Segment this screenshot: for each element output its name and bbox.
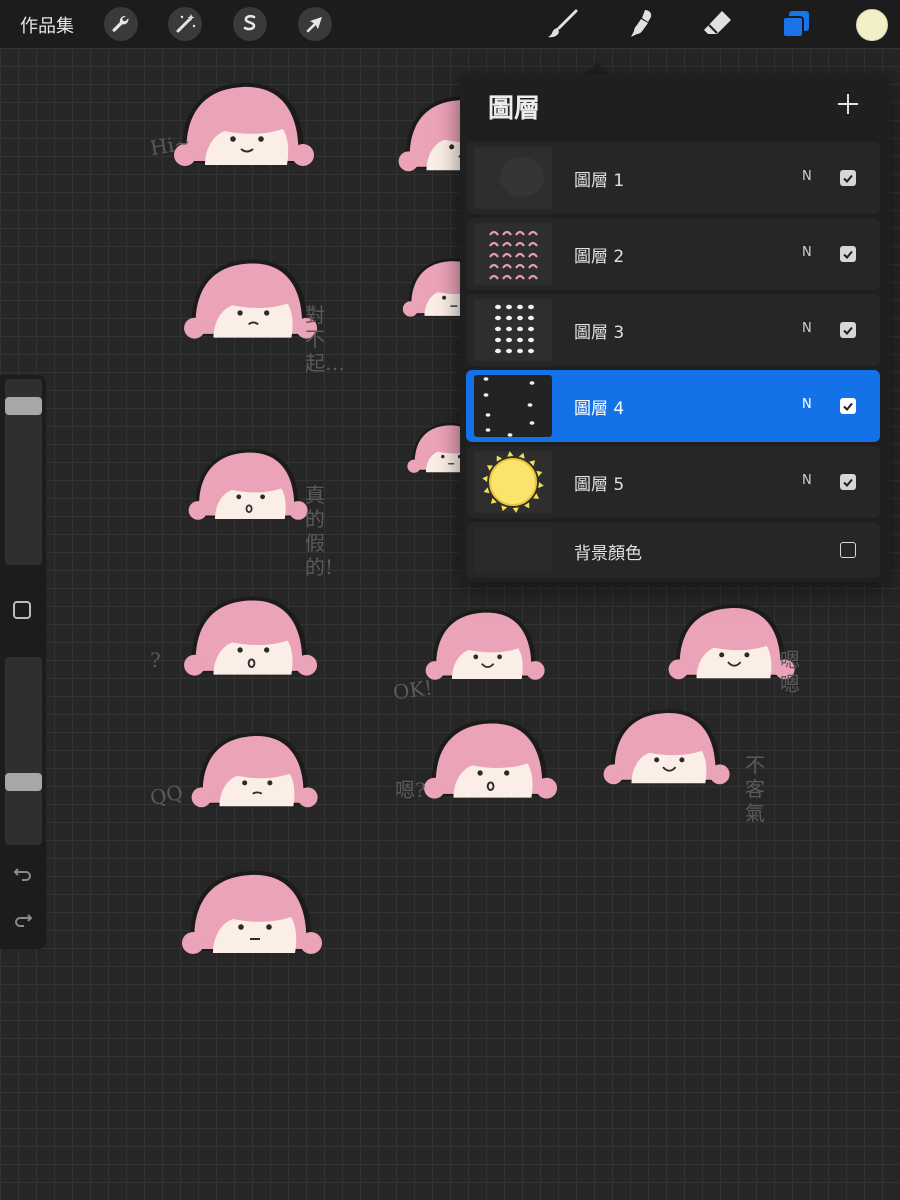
sticker-face [188, 449, 308, 520]
redo-icon[interactable] [11, 907, 35, 931]
layer-thumbnail [474, 451, 552, 513]
layer-name: 圖層 3 [574, 323, 625, 343]
blend-mode-button[interactable]: N [802, 321, 812, 336]
actions-button[interactable] [104, 7, 138, 41]
adjustments-button[interactable] [168, 7, 202, 41]
brush-size-slider[interactable] [5, 379, 42, 565]
canvas-handwriting: 嗯? [395, 778, 426, 802]
layer-thumbnail [474, 299, 552, 361]
canvas-handwriting: QQ [147, 779, 185, 811]
layer-name: 圖層 4 [574, 399, 625, 419]
smudge-icon [631, 10, 652, 37]
layer-row[interactable]: 圖層 4 N [466, 370, 880, 442]
brush-icon [548, 9, 578, 38]
layer-visibility-checkbox[interactable] [840, 246, 856, 262]
blend-mode-button[interactable]: N [802, 473, 812, 488]
transform-arrow-icon [306, 17, 322, 33]
layer-name: 圖層 2 [574, 247, 625, 267]
layers-panel-title: 圖層 [488, 94, 541, 124]
layer-visibility-checkbox[interactable] [840, 398, 856, 414]
sticker-face [191, 732, 318, 808]
layer-visibility-checkbox[interactable] [840, 322, 856, 338]
layer-thumbnail [474, 147, 552, 209]
blend-mode-button[interactable]: N [802, 245, 812, 260]
sticker-face [184, 259, 318, 339]
canvas-handwriting: 真的假的! [305, 483, 334, 579]
eraser-button[interactable] [700, 6, 736, 42]
layer-visibility-checkbox[interactable] [840, 170, 856, 186]
wrench-icon [112, 15, 129, 32]
opacity-slider[interactable] [5, 657, 42, 845]
canvas-handwriting: 嗯嗯 [780, 648, 800, 696]
magic-wand-icon [176, 14, 196, 33]
layer-row[interactable]: 圖層 3 N [466, 294, 880, 366]
sticker-face [425, 609, 545, 680]
layer-row[interactable]: 圖層 5 N [466, 446, 880, 518]
layer-name: 圖層 5 [574, 475, 625, 495]
top-toolbar: 作品集 [0, 0, 900, 48]
brush-size-slider-thumb[interactable] [5, 397, 42, 415]
selection-button[interactable] [233, 7, 267, 41]
layer-name: 圖層 1 [574, 171, 625, 191]
layers-button[interactable] [778, 6, 814, 42]
layers-panel: 圖層 圖層 1 N 圖層 2 N 圖層 3 N 圖層 4 N 圖層 5 N 背景顏色 [460, 74, 890, 582]
canvas-handwriting: ? [150, 648, 161, 672]
canvas-handwriting: OK! [391, 675, 434, 705]
background-color-swatch[interactable] [474, 527, 552, 573]
eraser-icon [704, 11, 731, 34]
sticker-face [174, 82, 314, 166]
selection-icon [243, 14, 256, 31]
square-icon[interactable] [13, 601, 31, 619]
layer-row[interactable]: 圖層 1 N [466, 142, 880, 214]
layer-thumbnail [474, 223, 552, 285]
layer-row[interactable]: 圖層 2 N [466, 218, 880, 290]
canvas-handwriting: 對不起… [305, 303, 345, 375]
layer-visibility-checkbox[interactable] [840, 474, 856, 490]
sticker-face [603, 709, 730, 785]
layers-icon [782, 11, 809, 38]
gallery-button[interactable]: 作品集 [20, 12, 74, 38]
plus-icon[interactable] [836, 92, 860, 116]
background-color-row[interactable]: 背景顏色 [466, 522, 880, 578]
opacity-slider-thumb[interactable] [5, 773, 42, 791]
canvas-handwriting: 不客氣 [745, 753, 765, 825]
background-color-label: 背景顏色 [574, 544, 642, 564]
brush-button[interactable] [545, 6, 581, 42]
left-sidebar [0, 375, 46, 949]
sticker-face [182, 870, 322, 954]
layer-visibility-checkbox[interactable] [840, 542, 856, 558]
blend-mode-button[interactable]: N [802, 169, 812, 184]
layer-thumbnail [474, 375, 552, 437]
blend-mode-button[interactable]: N [802, 397, 812, 412]
transform-button[interactable] [298, 7, 332, 41]
color-picker-button[interactable] [856, 9, 888, 41]
sticker-face [184, 596, 318, 676]
undo-icon[interactable] [11, 861, 35, 885]
smudge-button[interactable] [623, 6, 659, 42]
sticker-face [424, 719, 558, 799]
